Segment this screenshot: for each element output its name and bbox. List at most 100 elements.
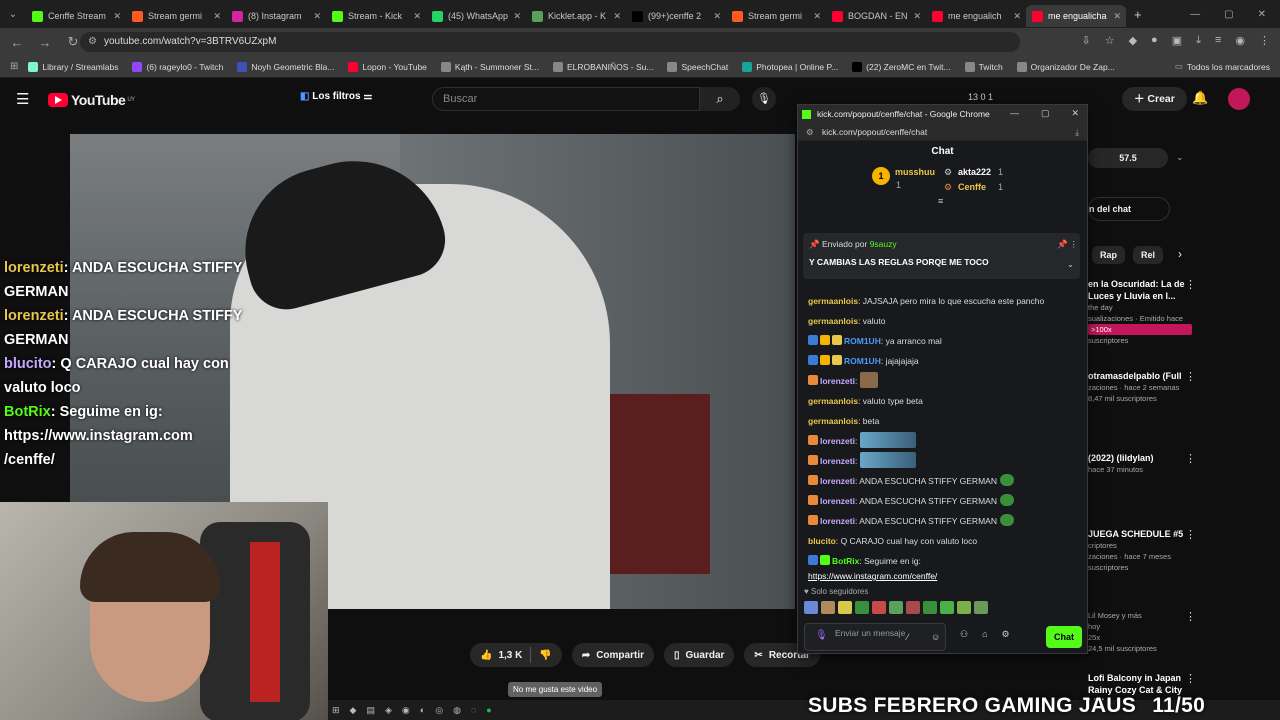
tab-close-icon[interactable]: ✕: [313, 11, 321, 22]
extension-icon[interactable]: ◆: [1129, 34, 1137, 47]
chat-username[interactable]: germaanlois: [808, 296, 858, 306]
windows-icon[interactable]: ⊞: [332, 705, 340, 716]
store-icon[interactable]: ⌂: [982, 629, 987, 640]
minimize-icon[interactable]: —: [1010, 108, 1019, 119]
browser-tab[interactable]: Stream germi ✕: [126, 5, 226, 27]
recommendation-item[interactable]: Lil Mosey y más hoy 25x 24,5 mil suscriptor…: [1088, 610, 1278, 654]
more-icon[interactable]: ⋮: [1185, 370, 1196, 383]
download-icon[interactable]: ⤓: [1196, 34, 1201, 47]
browser-tab[interactable]: Stream - Kick ✕: [326, 5, 426, 27]
new-tab-button[interactable]: +: [1134, 7, 1142, 22]
tab-close-icon[interactable]: ✕: [913, 11, 921, 22]
like-button[interactable]: 👍 1,3 K 👎: [470, 643, 562, 667]
browser-tab[interactable]: (99+)cenffe 2 ✕: [626, 5, 726, 27]
extension-icon[interactable]: ●: [1151, 34, 1158, 47]
tab-close-icon[interactable]: ✕: [713, 11, 721, 22]
minimize-icon[interactable]: —: [1190, 9, 1200, 20]
pinned-by-user[interactable]: 9sauzy: [870, 239, 897, 249]
voice-search-button[interactable]: 🎙: [752, 87, 776, 111]
chat-username[interactable]: germaanlois: [808, 316, 858, 326]
bookmark-item[interactable]: (22) ZeroMC en Twit...: [852, 61, 951, 72]
chat-username[interactable]: lorenzeti: [820, 436, 855, 446]
chevron-down-icon[interactable]: ⌄: [1067, 259, 1074, 270]
all-bookmarks[interactable]: ▭ Todos los marcadores: [1175, 61, 1270, 72]
emote-shortcut[interactable]: [821, 601, 835, 614]
more-icon[interactable]: ⋮: [1185, 672, 1196, 685]
emote-shortcut[interactable]: [889, 601, 903, 614]
search-input[interactable]: Buscar: [432, 87, 700, 111]
back-icon[interactable]: ←: [6, 35, 28, 50]
more-icon[interactable]: ⋮: [1185, 610, 1196, 623]
settings-icon[interactable]: ⚙: [1002, 629, 1010, 640]
create-button[interactable]: ＋ Crear: [1122, 87, 1187, 111]
browser-tab[interactable]: Cenffe Stream ✕: [26, 5, 126, 27]
maximize-icon[interactable]: ▢: [1041, 108, 1050, 119]
browser-tab[interactable]: (8) Instagram ✕: [226, 5, 326, 27]
more-icon[interactable]: ⋮: [1185, 528, 1196, 541]
chat-username[interactable]: blucito: [808, 536, 836, 546]
tab-close-icon[interactable]: ✕: [1113, 11, 1121, 22]
tab-close-icon[interactable]: ✕: [813, 11, 821, 22]
browser-tab[interactable]: BOGDAN - EN ✕: [826, 5, 926, 27]
recommendation-item[interactable]: JUEGA SCHEDULE #5 criptores zaciones · hac…: [1088, 528, 1278, 573]
filters-button[interactable]: ◧ Los filtros ⚌: [300, 91, 372, 102]
chat-username[interactable]: lorenzeti: [820, 516, 855, 526]
bookmark-star-icon[interactable]: ☆: [1105, 34, 1115, 47]
tab-close-icon[interactable]: ✕: [513, 11, 521, 22]
unpin-icon[interactable]: 📌: [1057, 239, 1068, 250]
chat-username[interactable]: germaanlois: [808, 396, 858, 406]
apps-icon[interactable]: ⊞: [10, 61, 18, 72]
chat-username[interactable]: lorenzeti: [820, 476, 855, 486]
bookmark-item[interactable]: (6) rageylo0 - Twitch: [132, 61, 223, 72]
browser-tab[interactable]: Stream germi ✕: [726, 5, 826, 27]
bookmark-item[interactable]: Library / Streamlabs: [28, 61, 118, 72]
emote-shortcut[interactable]: [906, 601, 920, 614]
chat-username[interactable]: ROM1UH: [844, 336, 881, 346]
emote-shortcut[interactable]: [872, 601, 886, 614]
site-info-icon[interactable]: ⚙: [88, 32, 97, 52]
browser-tab[interactable]: me engualich ✕: [926, 5, 1026, 27]
tab-close-icon[interactable]: ✕: [213, 11, 221, 22]
tab-close-icon[interactable]: ✕: [113, 11, 121, 22]
recommendation-item[interactable]: en la Oscuridad: La de Luces y Lluvia en…: [1088, 278, 1278, 346]
command-icon[interactable]: ⁄: [907, 632, 909, 642]
save-button[interactable]: ▯ Guardar: [664, 643, 735, 667]
emoji-icon[interactable]: ☺: [931, 632, 940, 642]
site-info-icon[interactable]: ⚙: [806, 123, 814, 141]
chat-username[interactable]: lorenzeti: [820, 376, 855, 386]
chat-username[interactable]: ROM1UH: [844, 356, 881, 366]
notifications-bell-icon[interactable]: 🔔: [1192, 90, 1208, 106]
browser-tab[interactable]: me engualicha ✕: [1026, 5, 1126, 27]
close-icon[interactable]: ✕: [1071, 108, 1079, 119]
more-icon[interactable]: ⋮: [1185, 452, 1196, 465]
chat-username[interactable]: germaanlois: [808, 416, 858, 426]
omnibox[interactable]: ⚙ youtube.com/watch?v=3BTRV6UZxpM: [80, 32, 1020, 52]
recommendation-item[interactable]: (2022) (lildylan) hace 37 minutos ⋮: [1088, 452, 1278, 475]
extensions-puzzle-icon[interactable]: ▣: [1172, 34, 1182, 47]
tab-close-icon[interactable]: ✕: [1013, 11, 1021, 22]
app-icon[interactable]: ◉: [402, 705, 410, 716]
bookmark-item[interactable]: Twitch: [964, 61, 1003, 72]
message-input[interactable]: 🎙 Enviar un mensaje ⁄ ☺: [804, 623, 946, 651]
more-icon[interactable]: ⋮: [1070, 239, 1079, 250]
close-icon[interactable]: ✕: [1258, 9, 1266, 20]
emote-shortcut[interactable]: [804, 601, 818, 614]
microphone-icon[interactable]: 🎙: [815, 631, 828, 641]
thumbs-down-icon[interactable]: 👎: [539, 650, 551, 661]
recommendation-item[interactable]: otramasdelpablo (Full zaciones · hace 2 s…: [1088, 370, 1278, 404]
bookmark-item[interactable]: ELROBANIÑOS - Su...: [553, 61, 653, 72]
app-icon[interactable]: ◈: [385, 705, 392, 716]
browser-tab[interactable]: Kicklet.app - K ✕: [526, 5, 626, 27]
forward-icon[interactable]: →: [34, 35, 56, 50]
send-chat-button[interactable]: Chat: [1046, 626, 1082, 648]
search-button[interactable]: ⌕: [700, 87, 740, 111]
tab-close-icon[interactable]: ✕: [413, 11, 421, 22]
emote-shortcut[interactable]: [957, 601, 971, 614]
leader-name[interactable]: Cenffe: [958, 182, 986, 192]
leader-name[interactable]: musshuu: [895, 167, 935, 177]
tab-close-icon[interactable]: ✕: [613, 11, 621, 22]
emote-shortcut[interactable]: [974, 601, 988, 614]
app-icon[interactable]: ◍: [453, 705, 461, 716]
bookmark-item[interactable]: Lopon - YouTube: [348, 61, 427, 72]
app-icon[interactable]: ◆: [350, 705, 357, 716]
